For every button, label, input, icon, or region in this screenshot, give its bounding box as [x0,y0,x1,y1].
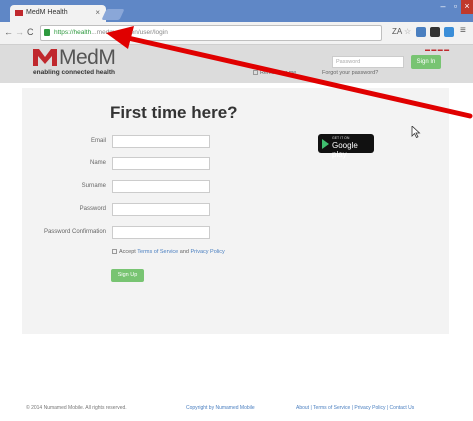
terms-of-service-link[interactable]: Terms of Service [137,249,178,255]
tagline: enabling connected health [33,69,115,76]
favicon-icon [15,10,23,16]
surname-label: Surname [81,183,106,189]
translate-icon[interactable]: ZA [392,27,402,36]
extension-icon[interactable] [430,27,440,37]
play-icon [322,139,329,149]
name-label: Name [89,160,106,166]
google-play-badge[interactable]: GET IT ON Google play [318,134,374,159]
tab-title: MedM Health [26,9,68,16]
google-play-small-text: GET IT ON [332,136,350,140]
password-label: Password [79,206,106,212]
close-window-button[interactable]: × [461,0,473,14]
logo-text: MedM [59,46,116,69]
bookmark-star-icon[interactable]: ☆ [404,27,411,36]
browser-tab[interactable]: MedM Health × [10,5,106,22]
address-bar[interactable]: https://health...medm.com/en/user/login [40,25,382,41]
and-label: and [179,249,189,255]
remember-me-label: Remember me [260,70,297,76]
page-title: First time here? [110,103,238,122]
surname-field[interactable] [112,180,210,193]
password-field[interactable] [112,203,210,216]
remember-me-checkbox[interactable]: Remember me [253,70,296,76]
footer-copyright: © 2014 Numamed Mobile. All rights reserv… [26,405,127,411]
browser-titlebar: MedM Health × – ▫ × [0,0,473,22]
accept-label: Accept [119,249,136,255]
logo-icon [33,49,57,66]
name-field[interactable] [112,157,210,170]
url-path: ...medm.com/en/user/login [91,29,168,36]
password-input[interactable]: Password [332,56,404,68]
password-confirmation-label: Password Confirmation [43,229,106,235]
maximize-button[interactable]: ▫ [450,0,461,14]
site-header: MedM enabling connected health ▬ ▬ ▬ ▬ P… [0,45,473,83]
browser-toolbar: ← → C https://health...medm.com/en/user/… [0,22,473,45]
sign-in-button[interactable]: Sign In [411,55,441,69]
email-label: Email [90,138,106,144]
url-secure-part: https://health [54,29,92,36]
signup-panel: First time here? Email Name Surname Pass… [22,88,449,334]
privacy-policy-link[interactable]: Privacy Policy [190,249,224,255]
tab-close-icon[interactable]: × [95,8,100,17]
sign-up-button[interactable]: Sign Up [111,269,144,282]
minimize-button[interactable]: – [436,0,450,14]
email-field[interactable] [112,135,210,148]
back-icon[interactable]: ← [4,27,13,37]
extension-icon[interactable] [444,27,454,37]
forward-icon[interactable]: → [15,27,24,37]
reload-icon[interactable]: C [27,27,34,37]
password-confirmation-field[interactable] [112,226,210,239]
forgot-password-link[interactable]: Forgot your password? [322,70,378,76]
browser-menu-icon[interactable]: ≡ [460,25,466,36]
footer-credit-link[interactable]: Copyright by Numamed Mobile [186,405,255,411]
language-flags-icon[interactable]: ▬ ▬ ▬ ▬ [425,47,449,53]
extension-icon[interactable] [416,27,426,37]
google-play-text: Google play [332,141,358,159]
accept-terms-checkbox[interactable]: Accept Terms of Service and Privacy Poli… [112,249,225,255]
mouse-cursor-icon [411,126,421,138]
new-tab-button[interactable] [101,9,125,20]
footer-links[interactable]: About | Terms of Service | Privacy Polic… [296,405,414,411]
lock-icon [44,29,50,36]
